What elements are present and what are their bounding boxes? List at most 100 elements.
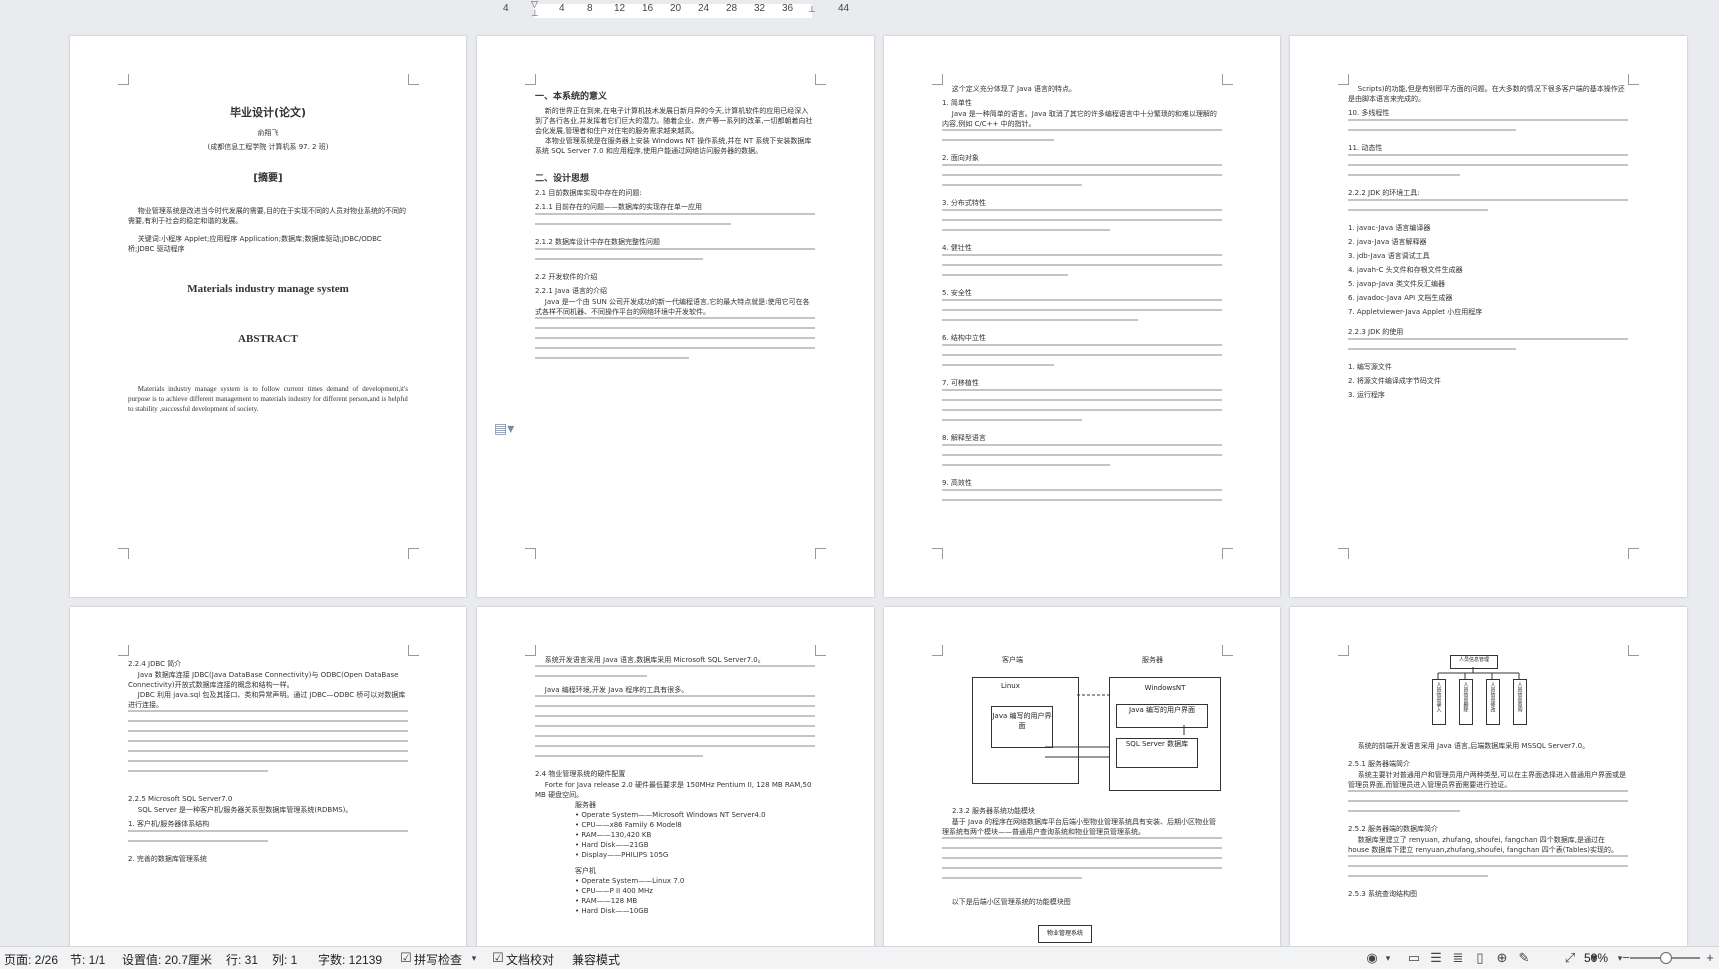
proofread-icon[interactable]: ☑ <box>490 950 506 965</box>
crop-mark <box>408 74 419 85</box>
list-item: 2. 将源文件编译成字节码文件 <box>1348 377 1441 385</box>
ruler-mark: 36 <box>782 3 794 14</box>
list-item: 2. java-Java 语言解释器 <box>1348 238 1427 246</box>
read-mode-icon[interactable]: ▯ <box>1472 950 1488 965</box>
list-item: 6. javadoc-Java API 文档生成器 <box>1348 294 1453 302</box>
ruler-mark: 16 <box>642 3 654 14</box>
list-item: 4. javah-C 头文件和存根文件生成器 <box>1348 266 1463 274</box>
paragraph: 系统开发语言采用 Java 语言,数据库采用 Microsoft SQL Ser… <box>544 656 765 664</box>
setting-value-indicator[interactable]: 设置值: 20.7厘米 <box>122 951 212 968</box>
zoom-in-icon[interactable]: + <box>1702 950 1718 965</box>
crop-mark <box>1628 548 1639 559</box>
list-view-icon[interactable]: ≣ <box>1450 950 1466 965</box>
ruler-mark: 4 <box>559 3 565 14</box>
list-item: 7. 可移植性 <box>942 379 979 387</box>
list-item: 3. 运行程序 <box>1348 391 1385 399</box>
list-item: 2. 面向对象 <box>942 154 979 162</box>
zoom-level[interactable]: 50% <box>1584 951 1608 965</box>
list-item: 3. jdb-Java 语言调试工具 <box>1348 252 1430 260</box>
paragraph: 以下是后端小区管理系统的功能模块图 <box>951 898 1071 906</box>
document-options-icon[interactable]: ▤▾ <box>494 421 514 437</box>
page-indicator[interactable]: 页面: 2/26 <box>4 951 58 968</box>
list-item: 1. 编写源文件 <box>1348 363 1392 371</box>
web-view-icon[interactable]: ⊕ <box>1494 950 1510 965</box>
paragraph: 这个定义充分体现了 Java 语言的特点。 <box>951 85 1077 93</box>
chevron-down-icon[interactable]: ▾ <box>466 953 482 967</box>
list-item: 3. 分布式特性 <box>942 199 986 207</box>
indent-marker-bottom-icon[interactable]: ⊥ <box>531 9 539 19</box>
paragraph: 新的世界正在到来,在电子计算机技术发展日新月异的今天,计算机软件的应用已经深入到… <box>535 107 813 135</box>
page-view-icon[interactable]: ▭ <box>1406 950 1422 965</box>
subsection-heading: 2.2.4 JDBC 简介 <box>128 660 182 668</box>
spell-check-icon[interactable]: ☑ <box>398 950 414 965</box>
subsection-heading: 2.1.2 数据库设计中存在数据完整性问题 <box>535 238 661 246</box>
word-count[interactable]: 字数: 12139 <box>318 951 382 968</box>
crop-mark <box>408 548 419 559</box>
list-item: • Operate System——Linux 7.0 <box>575 877 685 885</box>
list-item: 10. 多线程性 <box>1348 109 1390 117</box>
proofread-label[interactable]: 文档校对 <box>506 951 554 968</box>
list-item: • CPU——P II 400 MHz <box>575 887 653 895</box>
chevron-down-icon[interactable]: ▾ <box>1380 953 1396 967</box>
tree-child-box: 人员信息录入 <box>1432 679 1446 725</box>
paragraph: 基于 Java 的程序在网络数据库平台后端小型物业管理系统具有安装、后期小区物业… <box>942 818 1217 836</box>
list-item: • CPU——x86 Family 6 Model8 <box>575 821 682 829</box>
list-item: 4. 健壮性 <box>942 244 972 252</box>
paragraph: Java 编程环境,开发 Java 程序的工具有很多。 <box>544 686 689 694</box>
pen-icon[interactable]: ✎ <box>1516 950 1532 965</box>
right-indent-marker-icon[interactable]: ⊥ <box>808 5 816 15</box>
ruler-mark: 44 <box>838 3 850 14</box>
tree-child-label: 人员信息录入 <box>1435 682 1442 712</box>
section-heading: 一、本系统的意义 <box>535 92 608 102</box>
property-system-label: 物业管理系统 <box>1046 930 1083 937</box>
paragraph: 系统的前端开发语言采用 Java 语言,后端数据库采用 MSSQL Server… <box>1357 742 1590 750</box>
title-en: Materials industry manage system <box>187 283 349 295</box>
spell-check-label[interactable]: 拼写检查 <box>414 951 462 968</box>
paragraph: JDBC 利用 java.sql 包及其接口、类和异常声明。通过 JDBC—OD… <box>128 691 406 709</box>
subsection-heading: 2.5.2 服务器端的数据库简介 <box>1348 825 1439 833</box>
subsection-heading: 2.4 物业管理系统的硬件配置 <box>535 770 626 778</box>
document-page-4[interactable]: Scripts)的功能,但是有别即平方面的问题。在大多数的情况下很多客户端的基本… <box>1290 36 1687 597</box>
paragraph: SQL Server 是一种客户机/服务器关系型数据库管理系统(RDBMS)。 <box>137 806 353 814</box>
ruler-mark: 24 <box>698 3 710 14</box>
list-item: 7. Appletviewer-Java Applet 小应用程序 <box>1348 308 1483 316</box>
zoom-slider-knob[interactable] <box>1660 952 1672 964</box>
abstract-cn-heading: [摘要] <box>253 173 283 184</box>
list-item: 1. 简单性 <box>942 99 972 107</box>
horizontal-ruler[interactable]: 4 ▽ ⊥ 4 8 12 16 20 24 28 32 36 ⊥ 44 <box>0 0 1719 22</box>
paragraph: Java 是一个由 SUN 公司开发成功的新一代编程语言,它的最大特点就是:使用… <box>535 298 810 316</box>
document-page-3[interactable]: 这个定义充分体现了 Java 语言的特点。 1. 简单性 Java 是一种简单的… <box>884 36 1280 597</box>
list-item: 11. 动态性 <box>1348 144 1383 152</box>
outline-view-icon[interactable]: ☰ <box>1428 950 1444 965</box>
list-item: 8. 解释型语言 <box>942 434 986 442</box>
document-page-2[interactable]: 一、本系统的意义 新的世界正在到来,在电子计算机技术发展日新月异的今天,计算机软… <box>477 36 874 597</box>
subsection-heading: 2.5.3 系统查询结构图 <box>1348 890 1418 898</box>
eye-protection-icon[interactable]: ◉ <box>1364 950 1380 965</box>
document-page-7[interactable]: 客户端 服务器 Linux Java 编写的用户界面 WindowsNT Jav… <box>884 607 1280 946</box>
fit-page-icon[interactable]: ⤢ <box>1562 950 1578 965</box>
list-item: • Hard Disk——10GB <box>575 907 649 915</box>
subsection-heading: 2.2.2 JDK 的环境工具: <box>1348 189 1420 197</box>
server-heading: 服务器 <box>575 801 596 809</box>
paragraph: Java 是一种简单的语言。Java 取消了其它的许多编程语言中十分繁琐的和难以… <box>942 110 1217 128</box>
thesis-title: 毕业设计(论文) <box>229 106 307 119</box>
ruler-mark: 12 <box>614 3 626 14</box>
document-page-8[interactable]: 人员信息管理 人员信息录入 人员信息删除 人员信息修改 人员信息查询 系统的前端… <box>1290 607 1687 946</box>
paragraph: Java 数据库连接 JDBC(Java DataBase Connectivi… <box>128 671 399 689</box>
row-indicator: 行: 31 <box>226 953 259 967</box>
crop-mark <box>118 74 129 85</box>
list-item: • RAM——130,420 KB <box>575 831 652 839</box>
keywords-cn: 关键词:小程序 Applet;应用程序 Application;数据库;数据库驱… <box>128 235 382 253</box>
tree-child-box: 人员信息查询 <box>1513 679 1527 725</box>
ruler-mark: 32 <box>754 3 766 14</box>
crop-mark <box>1338 548 1349 559</box>
document-page-5[interactable]: 2.2.4 JDBC 简介 Java 数据库连接 JDBC(Java DataB… <box>70 607 466 946</box>
list-item: • Operate System——Microsoft Windows NT S… <box>575 811 766 819</box>
tree-child-box: 人员信息修改 <box>1486 679 1500 725</box>
subsection-heading: 2.1 目前数据库实现中存在的问题: <box>535 189 642 197</box>
document-page-1[interactable]: 毕业设计(论文) 俞翔飞 (成都信息工程学院 计算机系 97. 2 班) [摘要… <box>70 36 466 597</box>
property-system-box: 物业管理系统 <box>1038 925 1092 943</box>
compat-mode-label: 兼容模式 <box>572 953 621 967</box>
document-page-6[interactable]: 系统开发语言采用 Java 语言,数据库采用 Microsoft SQL Ser… <box>477 607 874 946</box>
tree-child-label: 人员信息删除 <box>1462 682 1469 712</box>
